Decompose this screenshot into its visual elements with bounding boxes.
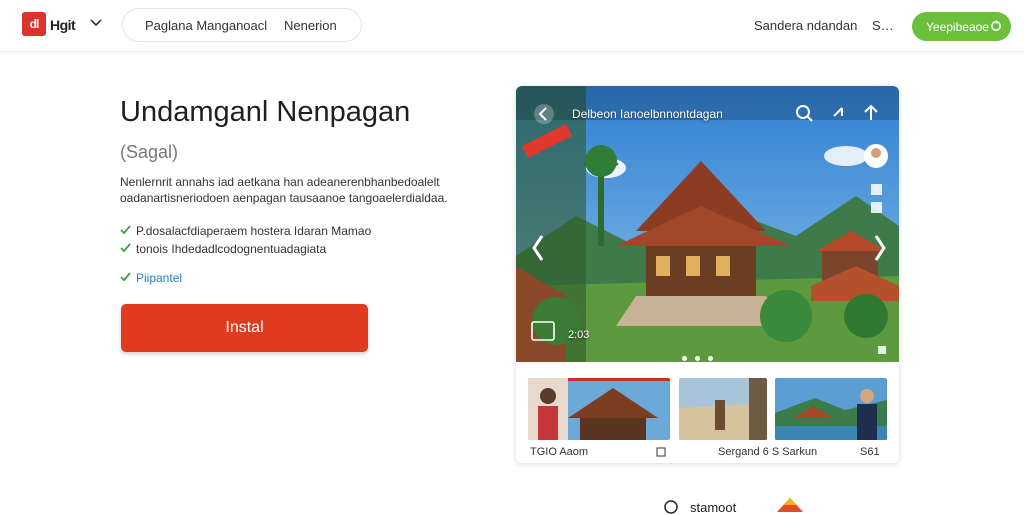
page-title: Undamganl Nenpagan [120, 96, 411, 128]
thumbnail[interactable] [775, 378, 887, 440]
carousel-dot[interactable] [708, 356, 713, 361]
preview-card: Delbeon Ianoelbnnontdagan 2:03 TGIO Aaom… [516, 86, 899, 463]
thumbnail-row: TGIO Aaom Sergand 6 S Sarkun S61 [516, 362, 899, 463]
hero-image[interactable] [516, 86, 899, 362]
check-icon [120, 272, 131, 282]
top-navigation-bar: dl Hgit Paglana Manganoacl Nenerion Sand… [0, 0, 1024, 52]
brand-name[interactable]: Hgit [50, 17, 76, 33]
install-label: Instal [225, 319, 264, 336]
brand-logo[interactable]: dl [22, 12, 46, 36]
chevron-down-icon[interactable] [88, 14, 104, 30]
app-description: Nenlernrit annahs iad aetkana han adeane… [120, 175, 448, 205]
logo-text: dl [29, 17, 40, 31]
check-icon [120, 243, 131, 253]
checkbox-icon[interactable] [656, 447, 666, 457]
page-subtitle: (Sagal) [120, 142, 179, 162]
fullscreen-icon[interactable] [878, 346, 886, 354]
video-time: 2:03 [568, 329, 590, 341]
feature-text: tonois Ihdedadlcodognentuadagiata [136, 242, 327, 256]
cta-label: Yeepibeaoe [926, 20, 989, 34]
app-overlay-label: Delbeon Ianoelbnnontdagan [572, 107, 723, 121]
refresh-icon [991, 20, 1001, 31]
cta-button[interactable]: Yeepibeaoe [912, 12, 1011, 41]
check-icon [120, 225, 131, 235]
avatar[interactable] [864, 144, 888, 168]
nav-pill: Paglana Manganoacl Nenerion [122, 8, 362, 42]
back-arrow-icon[interactable] [534, 104, 554, 124]
nav-item-primary[interactable]: Paglana Manganoacl [145, 18, 267, 33]
thumbnail-label: TGIO Aaom [530, 446, 589, 458]
carousel-dot[interactable] [695, 356, 700, 361]
header-link-short[interactable]: S… [872, 18, 894, 33]
feature-text: P.dosalacfdiaperaem hostera Idaran Mamao [136, 224, 372, 238]
thumbnail[interactable] [528, 378, 670, 440]
thumbnail[interactable] [679, 378, 767, 440]
thumbnail-count: S61 [860, 446, 880, 458]
feature-link[interactable]: Piipantel [136, 271, 182, 285]
nav-item-secondary[interactable]: Nenerion [284, 18, 337, 33]
carousel-dot[interactable] [682, 356, 687, 361]
app-store-icon[interactable] [775, 498, 805, 512]
install-button[interactable]: Instal [121, 304, 368, 352]
header-link[interactable]: Sandera ndandan [754, 18, 857, 33]
footer-text: stamoot [690, 500, 737, 515]
thumbnail-label: Sergand 6 S Sarkun [718, 446, 818, 458]
